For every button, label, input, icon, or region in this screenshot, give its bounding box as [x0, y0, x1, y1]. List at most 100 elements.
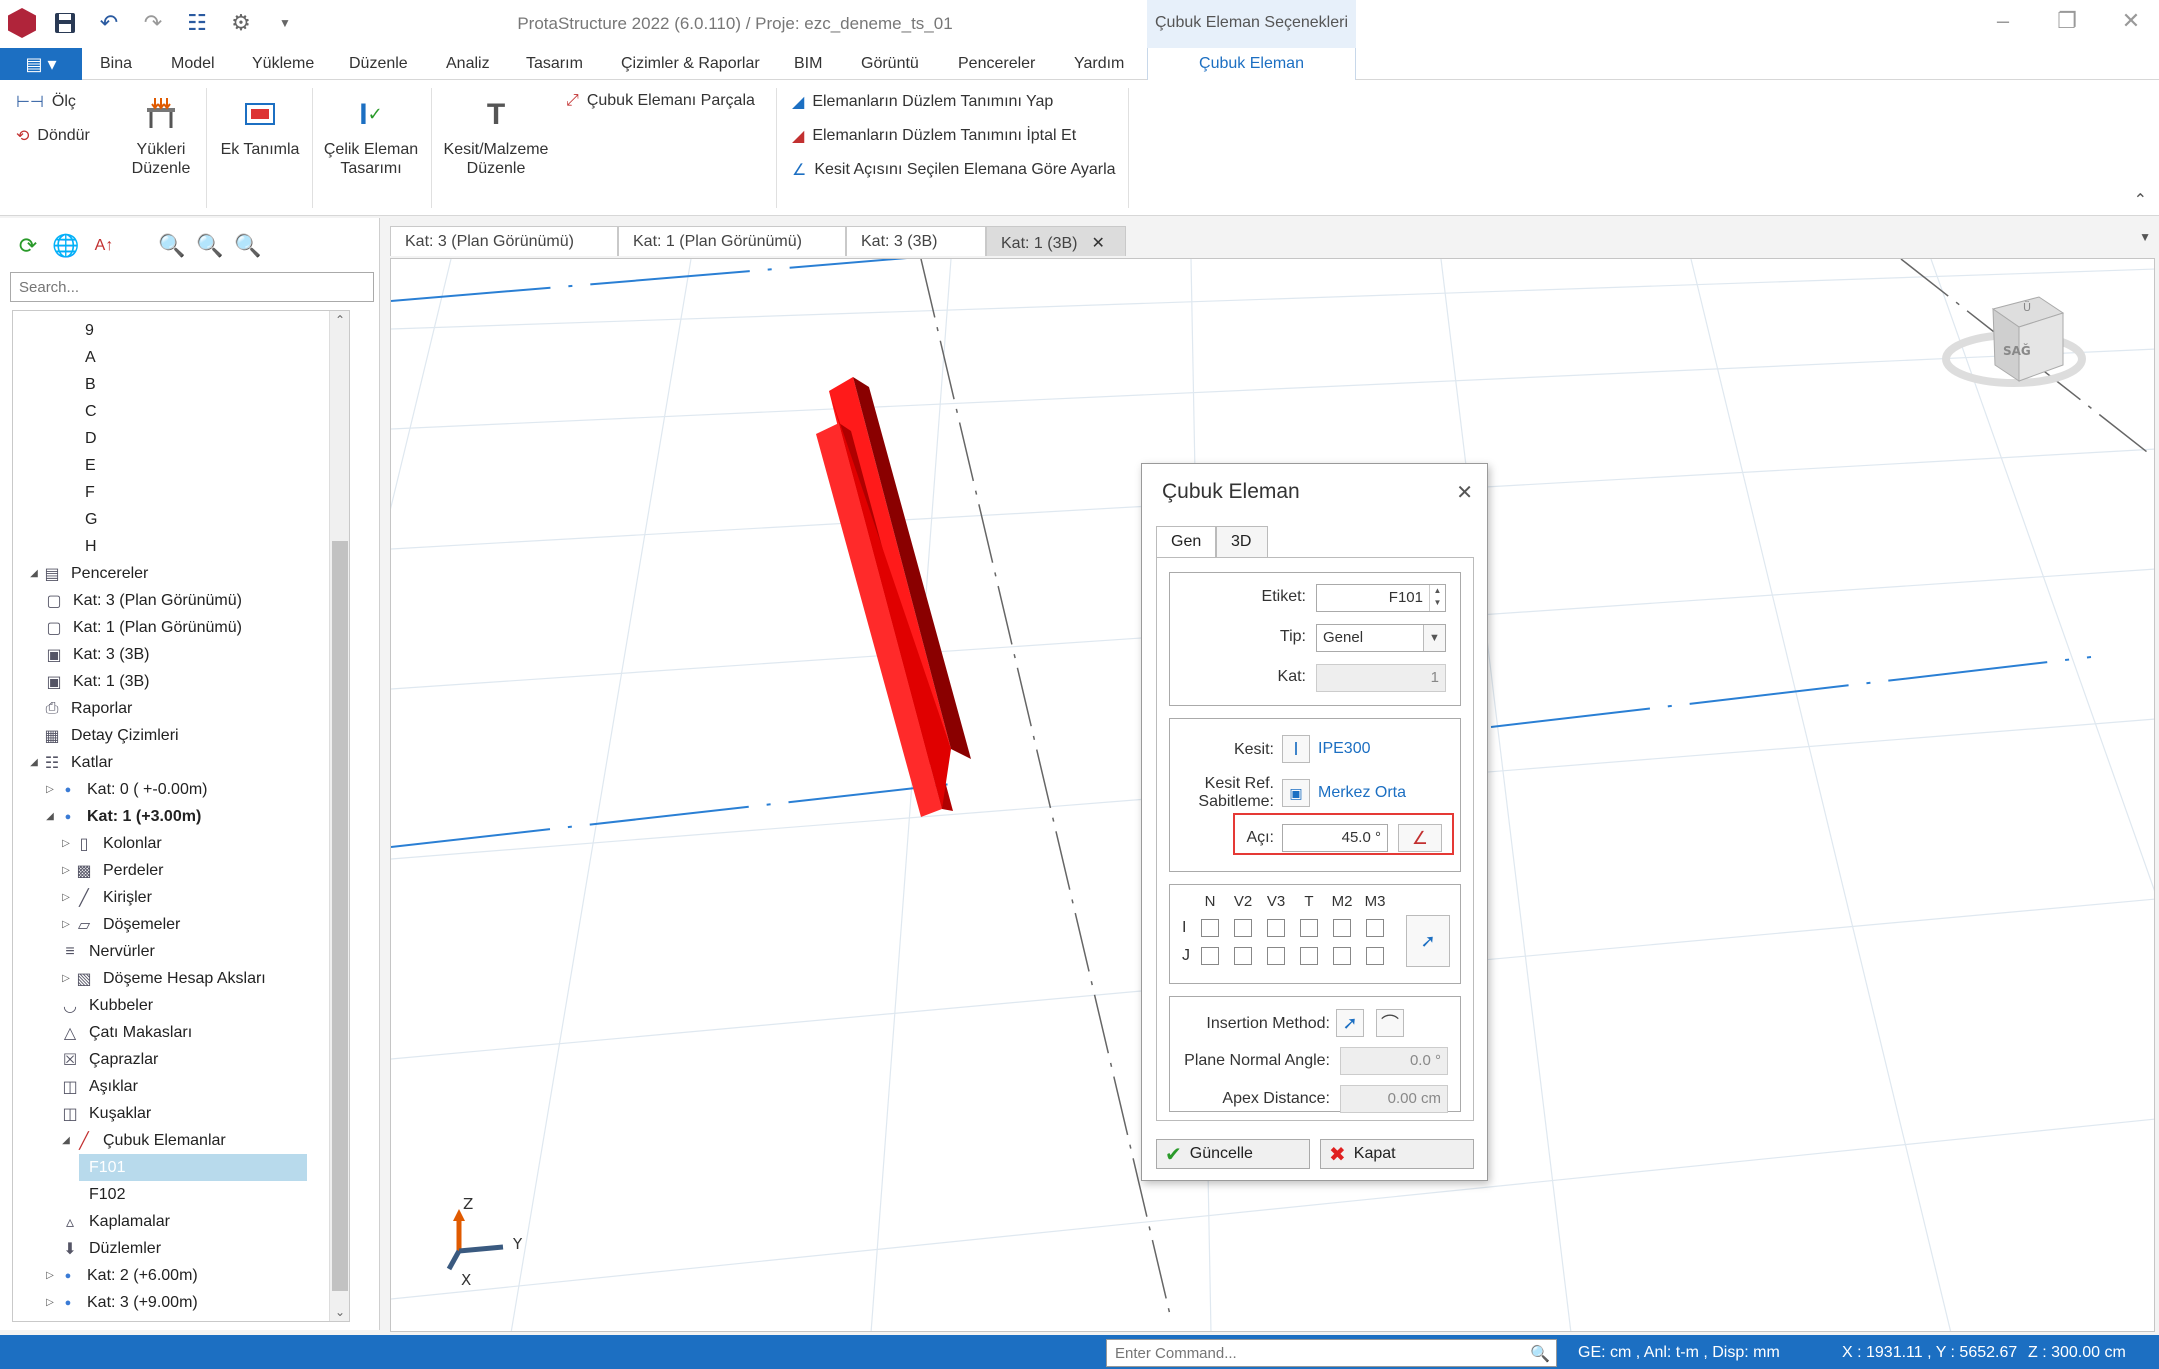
- restore-icon[interactable]: ❐: [2049, 8, 2085, 34]
- arc-insertion-icon[interactable]: ⌒: [1376, 1009, 1404, 1037]
- dialog-tab-gen[interactable]: Gen: [1156, 526, 1216, 558]
- dialog-close-icon[interactable]: ✕: [1456, 480, 1473, 505]
- doctab-kat1-3d[interactable]: Kat: 1 (3B) ✕: [986, 226, 1126, 256]
- zoom-previous-icon[interactable]: 🔍: [196, 232, 224, 260]
- define-plane-button[interactable]: ◢ Elemanların Düzlem Tanımını Yap: [792, 92, 1053, 112]
- tree-collapse-icon[interactable]: ◢: [27, 757, 41, 768]
- tree-item[interactable]: ▢ Kat: 3 (Plan Görünümü): [13, 587, 242, 614]
- split-member-button[interactable]: ⤢ Çubuk Elemanı Parçala: [566, 92, 755, 110]
- sort-icon[interactable]: A↑: [90, 232, 118, 260]
- dialog-tab-3d[interactable]: 3D: [1216, 526, 1268, 558]
- close-tab-icon[interactable]: ✕: [1091, 235, 1104, 252]
- tip-dropdown-icon[interactable]: ▼: [1423, 625, 1445, 651]
- release-checkbox[interactable]: [1300, 947, 1318, 965]
- zoom-extents-icon[interactable]: 🔍: [234, 232, 262, 260]
- tab-yukleme[interactable]: Yükleme: [252, 55, 314, 73]
- tree-item[interactable]: B: [13, 371, 96, 398]
- section-material-button[interactable]: T Kesit/Malzeme Düzenle: [440, 94, 552, 178]
- tree-item[interactable]: ⬇ Düzlemler: [13, 1235, 161, 1262]
- tree-item[interactable]: ▷ ▧ Döşeme Hesap Aksları: [13, 965, 266, 992]
- close-window-icon[interactable]: ✕: [2113, 8, 2149, 34]
- tree-expand-icon[interactable]: ▷: [59, 838, 73, 849]
- tree-collapse-icon[interactable]: ◢: [43, 811, 57, 822]
- release-checkbox[interactable]: [1234, 919, 1252, 937]
- doctab-kat3-3d[interactable]: Kat: 3 (3B): [846, 226, 986, 256]
- tree-item[interactable]: ▷ ▱ Döşemeler: [13, 911, 180, 938]
- tree-item[interactable]: E: [13, 452, 96, 479]
- tree-expand-icon[interactable]: ▷: [59, 919, 73, 930]
- release-checkbox[interactable]: [1333, 919, 1351, 937]
- tree-scrollbar[interactable]: ⌃ ⌄: [329, 311, 349, 1321]
- tree-item[interactable]: ⎙ Raporlar: [13, 695, 133, 722]
- zoom-selection-icon[interactable]: 🔍: [158, 232, 186, 260]
- tree-item[interactable]: ◢ ● Kat: 1 (+3.00m): [13, 803, 201, 830]
- release-checkbox[interactable]: [1267, 919, 1285, 937]
- tree-collapse-icon[interactable]: ◢: [27, 568, 41, 579]
- tree-item[interactable]: ◢ ╱ Çubuk Elemanlar: [13, 1127, 226, 1154]
- tab-cubuk-eleman[interactable]: Çubuk Eleman: [1147, 48, 1356, 81]
- tree-item[interactable]: ◡ Kubbeler: [13, 992, 153, 1019]
- kesit-ref-link[interactable]: Merkez Orta: [1318, 784, 1406, 802]
- tree-item[interactable]: ◢ ☷ Katlar: [13, 749, 113, 776]
- tree-expand-icon[interactable]: ▷: [59, 892, 73, 903]
- tab-goruntu[interactable]: Görüntü: [861, 55, 919, 73]
- define-connection-button[interactable]: Ek Tanımla: [214, 94, 306, 159]
- minimize-icon[interactable]: –: [1985, 8, 2021, 34]
- command-input[interactable]: [1106, 1339, 1557, 1367]
- tree-item[interactable]: △ Çatı Makasları: [13, 1019, 192, 1046]
- release-diagram-icon[interactable]: ➚: [1406, 915, 1450, 967]
- file-menu-button[interactable]: ▤ ▾: [0, 48, 82, 80]
- steel-design-button[interactable]: I ✓ Çelik Eleman Tasarımı: [322, 94, 420, 178]
- rotate-button[interactable]: ⟲ Döndür: [16, 126, 90, 146]
- tab-cizimler-raporlar[interactable]: Çizimler & Raporlar: [621, 55, 760, 73]
- tip-select[interactable]: Genel ▼: [1316, 624, 1446, 652]
- tree-item[interactable]: ◫ Aşıklar: [13, 1073, 137, 1100]
- measure-button[interactable]: ⊢⊣ Ölç: [16, 92, 76, 112]
- navigation-cube[interactable]: Ü SAĞ: [1942, 296, 2086, 387]
- tree-expand-icon[interactable]: ▷: [43, 784, 57, 795]
- tab-model[interactable]: Model: [171, 55, 215, 73]
- scroll-up-icon[interactable]: ⌃: [330, 313, 349, 327]
- tree-item[interactable]: ▵ Kaplamalar: [13, 1208, 170, 1235]
- explorer-search-input[interactable]: [10, 272, 374, 302]
- globe-icon[interactable]: 🌐: [52, 232, 80, 260]
- release-checkbox[interactable]: [1201, 947, 1219, 965]
- tree-item[interactable]: ▢ Kat: 1 (Plan Görünümü): [13, 614, 242, 641]
- doctab-kat3-plan[interactable]: Kat: 3 (Plan Görünümü): [390, 226, 618, 256]
- tree-item[interactable]: ▷ ● Kat: 2 (+6.00m): [13, 1262, 198, 1289]
- scroll-down-icon[interactable]: ⌄: [330, 1305, 349, 1319]
- tree-item[interactable]: ☒ Çaprazlar: [13, 1046, 159, 1073]
- tree-item[interactable]: F: [13, 479, 95, 506]
- update-button[interactable]: ✔ Güncelle: [1156, 1139, 1310, 1169]
- tree-item[interactable]: ▣ Kat: 1 (3B): [13, 668, 149, 695]
- scroll-thumb[interactable]: [332, 541, 348, 1291]
- tab-tasarim[interactable]: Tasarım: [526, 55, 583, 73]
- tree-item[interactable]: G: [13, 506, 97, 533]
- collapse-ribbon-icon[interactable]: ⌃: [2134, 190, 2147, 210]
- release-checkbox[interactable]: [1366, 947, 1384, 965]
- tree-item[interactable]: 9: [13, 317, 94, 344]
- release-checkbox[interactable]: [1333, 947, 1351, 965]
- release-checkbox[interactable]: [1201, 919, 1219, 937]
- tree-item[interactable]: ≡ Nervürler: [13, 938, 154, 965]
- steel-member-f101[interactable]: [816, 377, 971, 817]
- tree-item[interactable]: ▷ ▩ Perdeler: [13, 857, 163, 884]
- tree-item[interactable]: ▷ ▯ Kolonlar: [13, 830, 162, 857]
- etiket-spin-icon[interactable]: ▲ ▼: [1429, 585, 1445, 611]
- tabs-dropdown-icon[interactable]: ▼: [2139, 230, 2151, 244]
- tree-item[interactable]: H: [13, 533, 97, 560]
- release-checkbox[interactable]: [1300, 919, 1318, 937]
- etiket-input[interactable]: F101 ▲ ▼: [1316, 584, 1446, 612]
- reference-point-icon[interactable]: ▣: [1282, 779, 1310, 807]
- tab-bina[interactable]: Bina: [100, 55, 132, 73]
- cancel-plane-button[interactable]: ◢ Elemanların Düzlem Tanımını İptal Et: [792, 126, 1076, 146]
- tab-pencereler[interactable]: Pencereler: [958, 55, 1035, 73]
- tree-item[interactable]: ◢ ▤ Pencereler: [13, 560, 148, 587]
- release-checkbox[interactable]: [1366, 919, 1384, 937]
- release-checkbox[interactable]: [1267, 947, 1285, 965]
- release-checkbox[interactable]: [1234, 947, 1252, 965]
- tab-yardim[interactable]: Yardım: [1074, 55, 1124, 73]
- tab-duzenle[interactable]: Düzenle: [349, 55, 408, 73]
- tree-item[interactable]: F102: [13, 1181, 125, 1208]
- tree-item[interactable]: ▦ Detay Çizimleri: [13, 722, 178, 749]
